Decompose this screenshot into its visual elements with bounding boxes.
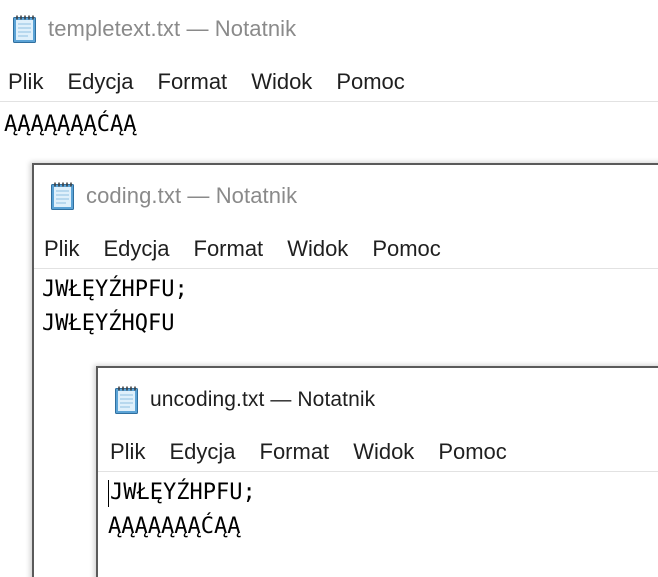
menu-file[interactable]: Plik: [8, 69, 43, 95]
menu-format[interactable]: Format: [158, 69, 228, 95]
title-bar[interactable]: uncoding.txt — Notatnik: [98, 385, 658, 415]
menu-file[interactable]: Plik: [110, 439, 145, 465]
title-bar[interactable]: coding.txt — Notatnik: [34, 181, 658, 211]
menu-format[interactable]: Format: [260, 439, 330, 465]
menu-bar: Plik Edycja Format Widok Pomoc: [98, 436, 658, 468]
menu-help[interactable]: Pomoc: [438, 439, 506, 465]
editor-line: JWŁĘYŹHPFU;: [42, 277, 188, 302]
window-title: templetext.txt — Notatnik: [48, 16, 297, 41]
menu-view[interactable]: Widok: [251, 69, 312, 95]
window-title: uncoding.txt — Notatnik: [150, 388, 376, 411]
menu-format[interactable]: Format: [194, 236, 264, 262]
menu-edit[interactable]: Edycja: [169, 439, 235, 465]
notepad-icon: [114, 385, 140, 415]
menu-edit[interactable]: Edycja: [103, 236, 169, 262]
notepad-window-uncoding[interactable]: uncoding.txt — Notatnik Plik Edycja Form…: [96, 366, 658, 577]
text-caret: [108, 479, 109, 507]
menu-divider: [98, 471, 658, 472]
menu-view[interactable]: Widok: [353, 439, 414, 465]
menu-edit[interactable]: Edycja: [67, 69, 133, 95]
menu-divider: [0, 101, 658, 102]
title-bar[interactable]: templetext.txt — Notatnik: [0, 14, 658, 44]
menu-help[interactable]: Pomoc: [372, 236, 440, 262]
editor-line-with-caret: JWŁĘYŹHPFU;: [98, 476, 658, 510]
window-title: coding.txt — Notatnik: [86, 183, 298, 208]
editor-line: JWŁĘYŹHQFU: [42, 311, 175, 336]
editor-line: ĄĄĄĄĄĄĄĆĄĄ: [4, 112, 137, 137]
notepad-icon: [50, 181, 76, 211]
menu-bar: Plik Edycja Format Widok Pomoc: [34, 233, 658, 265]
editor-line: ĄĄĄĄĄĄĄĆĄĄ: [108, 514, 241, 539]
notepad-icon: [12, 14, 38, 44]
text-editor[interactable]: JWŁĘYŹHPFU; ĄĄĄĄĄĄĄĆĄĄ: [98, 476, 658, 577]
menu-view[interactable]: Widok: [287, 236, 348, 262]
menu-file[interactable]: Plik: [44, 236, 79, 262]
menu-divider: [34, 268, 658, 269]
editor-line-text: JWŁĘYŹHPFU;: [110, 480, 256, 505]
menu-bar: Plik Edycja Format Widok Pomoc: [0, 66, 658, 98]
menu-help[interactable]: Pomoc: [336, 69, 404, 95]
